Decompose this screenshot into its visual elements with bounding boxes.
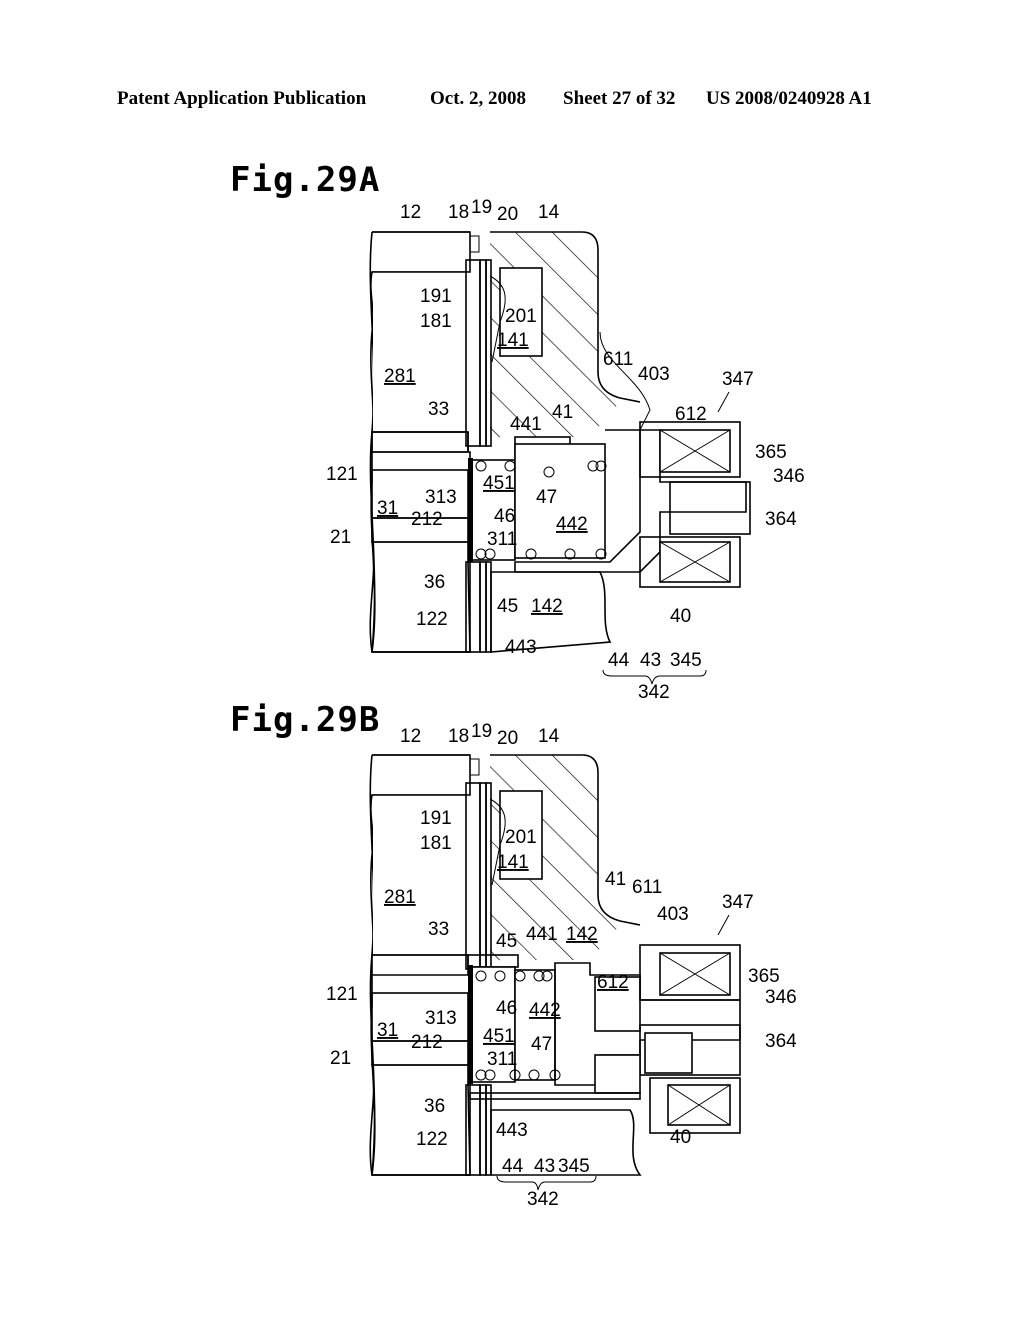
- label-281: 281: [384, 366, 416, 387]
- label-31: 31: [377, 498, 398, 519]
- label-313: 313: [425, 487, 457, 508]
- label-43: 43: [534, 1156, 555, 1177]
- label-365: 365: [748, 966, 780, 987]
- label-18: 18: [448, 202, 469, 223]
- label-443: 443: [496, 1120, 528, 1141]
- label-443: 443: [505, 637, 537, 658]
- label-44: 44: [608, 650, 630, 671]
- label-141: 141: [497, 852, 529, 873]
- label-345: 345: [670, 650, 702, 671]
- label-347: 347: [722, 369, 754, 390]
- label-347: 347: [722, 892, 754, 913]
- label-612: 612: [597, 972, 629, 993]
- label-33: 33: [428, 919, 449, 940]
- label-611: 611: [603, 349, 633, 370]
- label-181: 181: [420, 833, 452, 854]
- label-14: 14: [538, 726, 560, 747]
- label-21: 21: [330, 1048, 351, 1069]
- label-45: 45: [497, 596, 518, 617]
- label-12: 12: [400, 202, 421, 223]
- label-122: 122: [416, 1129, 448, 1150]
- label-21: 21: [330, 527, 351, 548]
- label-342: 342: [638, 682, 670, 703]
- label-19: 19: [471, 721, 492, 742]
- label-451: 451: [483, 1026, 515, 1047]
- label-36: 36: [424, 572, 445, 593]
- label-191: 191: [420, 808, 452, 829]
- label-142: 142: [531, 596, 563, 617]
- label-46: 46: [496, 998, 517, 1019]
- label-181: 181: [420, 311, 452, 332]
- label-14: 14: [538, 202, 560, 223]
- label-403: 403: [638, 364, 670, 385]
- label-311: 311: [487, 1049, 517, 1070]
- label-43: 43: [640, 650, 661, 671]
- label-141: 141: [497, 330, 529, 351]
- label-346: 346: [773, 466, 805, 487]
- label-201: 201: [505, 306, 537, 327]
- label-44: 44: [502, 1156, 524, 1177]
- label-12: 12: [400, 726, 421, 747]
- label-191: 191: [420, 286, 452, 307]
- label-46: 46: [494, 506, 515, 527]
- label-19: 19: [471, 197, 492, 218]
- label-212: 212: [411, 1032, 443, 1053]
- label-451: 451: [483, 473, 515, 494]
- drawing-canvas: 12 18 19 20 14 191 181 201 141 281 611 4…: [326, 197, 805, 1210]
- label-122: 122: [416, 609, 448, 630]
- label-47: 47: [531, 1034, 552, 1055]
- label-41: 41: [605, 869, 626, 890]
- label-345: 345: [558, 1156, 590, 1177]
- label-47: 47: [536, 487, 557, 508]
- label-45: 45: [496, 931, 517, 952]
- label-364: 364: [765, 1031, 797, 1052]
- label-281: 281: [384, 887, 416, 908]
- arrow-347: [717, 391, 730, 413]
- label-20: 20: [497, 728, 518, 749]
- label-442: 442: [556, 514, 588, 535]
- label-18: 18: [448, 726, 469, 747]
- label-365: 365: [755, 442, 787, 463]
- arrow-347: [717, 914, 730, 936]
- label-212: 212: [411, 509, 443, 530]
- label-41: 41: [552, 402, 573, 423]
- label-441: 441: [510, 414, 542, 435]
- label-346: 346: [765, 987, 797, 1008]
- label-201: 201: [505, 827, 537, 848]
- label-342: 342: [527, 1189, 559, 1210]
- brace-342: [496, 1175, 597, 1191]
- label-313: 313: [425, 1008, 457, 1029]
- label-311: 311: [487, 529, 517, 550]
- label-121: 121: [326, 464, 358, 485]
- label-142: 142: [566, 924, 598, 945]
- label-40: 40: [670, 606, 691, 627]
- label-441: 441: [526, 924, 558, 945]
- label-612: 612: [675, 404, 707, 425]
- label-31: 31: [377, 1020, 398, 1041]
- label-364: 364: [765, 509, 797, 530]
- label-121: 121: [326, 984, 358, 1005]
- label-40: 40: [670, 1127, 691, 1148]
- label-20: 20: [497, 204, 518, 225]
- label-442: 442: [529, 1000, 561, 1021]
- label-36: 36: [424, 1096, 445, 1117]
- label-33: 33: [428, 399, 449, 420]
- label-403: 403: [657, 904, 689, 925]
- label-611: 611: [632, 877, 662, 898]
